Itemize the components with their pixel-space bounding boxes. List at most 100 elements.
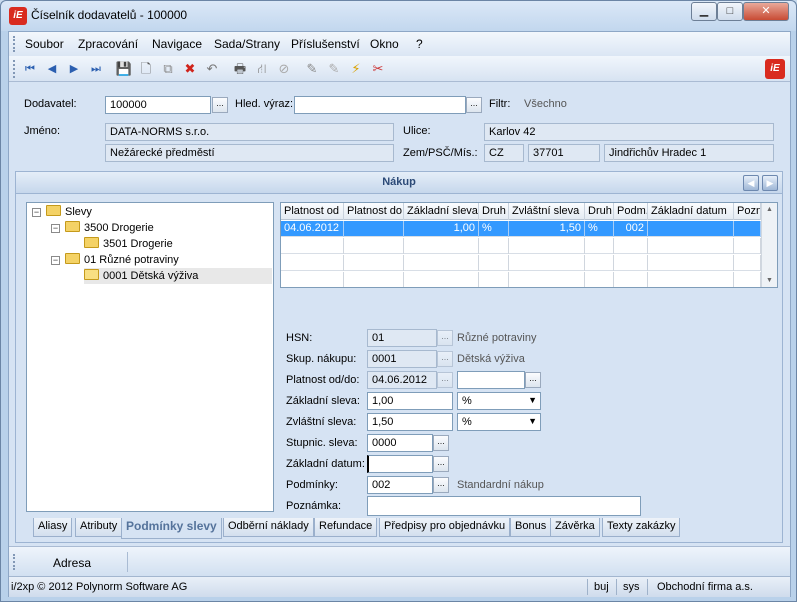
prev-record-icon[interactable]: ◀ <box>43 60 61 78</box>
column-header[interactable]: Druh <box>585 203 614 220</box>
supplier-field[interactable]: 100000 <box>105 96 211 114</box>
tree-item-01[interactable]: 01 Různé potraviny <box>65 252 179 268</box>
tab-podminky-slevy[interactable]: Podmínky slevy <box>121 518 222 539</box>
table-row-empty[interactable] <box>281 255 761 271</box>
note-field[interactable] <box>367 496 641 516</box>
group-description: Dětská výživa <box>457 353 525 365</box>
title-bar[interactable]: iE Číselník dodavatelů - 100000 ▁ □ ✕ <box>1 1 796 31</box>
column-header[interactable]: Platnost do <box>344 203 404 220</box>
first-record-icon[interactable]: ⏮ <box>21 60 39 78</box>
search-lookup-button[interactable]: ... <box>466 97 482 113</box>
menu-prislusenstvi[interactable]: Příslušenství <box>291 37 360 51</box>
column-header[interactable]: Pozn <box>734 203 761 220</box>
scroll-up-icon[interactable]: ▲ <box>762 206 777 213</box>
valid-to-picker-button[interactable]: ... <box>525 372 541 388</box>
filter-label: Filtr: <box>489 98 511 110</box>
address-grip[interactable] <box>13 554 16 570</box>
tree-collapse-icon[interactable]: − <box>51 256 60 265</box>
address-label[interactable]: Adresa <box>53 556 91 570</box>
tree-item-label: 3501 Drogerie <box>103 238 173 250</box>
tier-discount-field[interactable]: 0000 <box>367 434 433 452</box>
hsn-lookup-button: ... <box>437 330 453 346</box>
section-next-button[interactable]: ▶ <box>762 175 778 191</box>
next-record-icon[interactable]: ▶ <box>65 60 83 78</box>
menu-help[interactable]: ? <box>416 37 423 51</box>
copy-icon[interactable]: ⧉ <box>159 60 177 78</box>
close-button[interactable]: ✕ <box>743 2 789 21</box>
tree-item-3501[interactable]: 3501 Drogerie <box>84 236 173 252</box>
base-date-picker-button[interactable]: ... <box>433 456 449 472</box>
section-prev-button[interactable]: ◀ <box>743 175 759 191</box>
base-discount-field[interactable]: 1,00 <box>367 392 453 410</box>
supplier-lookup-button[interactable]: ... <box>212 97 228 113</box>
edit-icon[interactable]: ✎ <box>303 60 321 78</box>
conditions-field[interactable]: 002 <box>367 476 433 494</box>
special-discount-label: Zvláštní sleva: <box>286 416 357 428</box>
delete-icon[interactable]: ✖ <box>181 60 199 78</box>
toolbar-grip[interactable] <box>13 60 16 78</box>
tree-item-0001[interactable]: 0001 Dětská výživa <box>84 268 272 284</box>
tools-icon[interactable]: ✂ <box>369 60 387 78</box>
special-discount-type-select[interactable]: % ▼ <box>457 413 541 431</box>
menu-sada-strany[interactable]: Sada/Strany <box>214 37 280 51</box>
new-document-icon[interactable]: 🗋 <box>137 60 155 78</box>
tree-collapse-icon[interactable]: − <box>51 224 60 233</box>
filter-value[interactable]: Všechno <box>524 98 567 110</box>
window-title: Číselník dodavatelů - 100000 <box>31 8 188 22</box>
tab-atributy[interactable]: Atributy <box>75 518 123 537</box>
column-header[interactable]: Základní sleva <box>404 203 479 220</box>
tab-aliasy[interactable]: Aliasy <box>33 518 73 537</box>
group-lookup-button: ... <box>437 351 453 367</box>
scroll-down-icon[interactable]: ▼ <box>762 277 777 284</box>
tab-texty-zakazky[interactable]: Texty zakázky <box>602 518 681 537</box>
maximize-button[interactable]: □ <box>717 2 743 21</box>
tab-refundace[interactable]: Refundace <box>314 518 378 537</box>
menu-zpracovani[interactable]: Zpracování <box>78 37 138 51</box>
valid-to-field[interactable] <box>457 371 525 389</box>
print-icon[interactable]: 🖶 <box>231 60 249 78</box>
tree-collapse-icon[interactable]: − <box>32 208 41 217</box>
table-row[interactable]: 04.06.2012 1,00 % 1,50 % 002 <box>281 221 761 237</box>
special-discount-field[interactable]: 1,50 <box>367 413 453 431</box>
base-discount-type-select[interactable]: % ▼ <box>457 392 541 410</box>
conditions-lookup-button[interactable]: ... <box>433 477 449 493</box>
folder-icon <box>65 221 80 232</box>
wizard-icon[interactable]: ⚡ <box>347 60 365 78</box>
search-input[interactable] <box>294 96 466 114</box>
conditions-description: Standardní nákup <box>457 479 544 491</box>
table-row-empty[interactable] <box>281 272 761 287</box>
tab-bonus[interactable]: Bonus <box>510 518 552 537</box>
street-field: Karlov 42 <box>484 123 774 141</box>
menu-soubor[interactable]: Soubor <box>25 37 64 51</box>
menu-grip[interactable] <box>13 36 16 52</box>
tree-icon[interactable]: ⛙ <box>253 60 271 78</box>
column-header[interactable]: Zvláštní sleva <box>509 203 585 220</box>
status-user: buj <box>594 581 609 593</box>
tier-discount-lookup-button[interactable]: ... <box>433 435 449 451</box>
column-header[interactable]: Druh <box>479 203 509 220</box>
status-copyright: i/2xp © 2012 Polynorm Software AG <box>11 581 188 593</box>
table-row-empty[interactable] <box>281 238 761 254</box>
column-header[interactable]: Podm. <box>614 203 648 220</box>
undo-icon[interactable]: ↶ <box>203 60 221 78</box>
tree-item-label: Slevy <box>65 206 92 218</box>
minimize-button[interactable]: ▁ <box>691 2 717 21</box>
purchase-section: Nákup ◀ ▶ − Slevy − 3500 Drogerie 3501 D… <box>15 171 783 543</box>
tab-odberni-naklady[interactable]: Odběrní náklady <box>223 518 314 537</box>
street-label: Ulice: <box>403 125 431 137</box>
tree-item-root[interactable]: Slevy <box>46 204 92 220</box>
tree-item-3500[interactable]: 3500 Drogerie <box>65 220 154 236</box>
conditions-label: Podmínky: <box>286 479 338 491</box>
grid-scrollbar[interactable]: ▲ ▼ <box>761 203 777 287</box>
tab-predpisy[interactable]: Předpisy pro objednávku <box>379 518 511 537</box>
name-field: DATA-NORMS s.r.o. <box>105 123 394 141</box>
save-icon[interactable]: 💾 <box>115 60 133 78</box>
column-header[interactable]: Platnost od <box>281 203 344 220</box>
last-record-icon[interactable]: ⏭ <box>87 60 105 78</box>
menu-navigace[interactable]: Navigace <box>152 37 202 51</box>
base-date-field[interactable] <box>367 455 433 473</box>
tab-zaverka[interactable]: Závěrka <box>550 518 600 537</box>
column-header[interactable]: Základní datum <box>648 203 734 220</box>
status-company: Obchodní firma a.s. <box>657 581 753 593</box>
menu-okno[interactable]: Okno <box>370 37 399 51</box>
